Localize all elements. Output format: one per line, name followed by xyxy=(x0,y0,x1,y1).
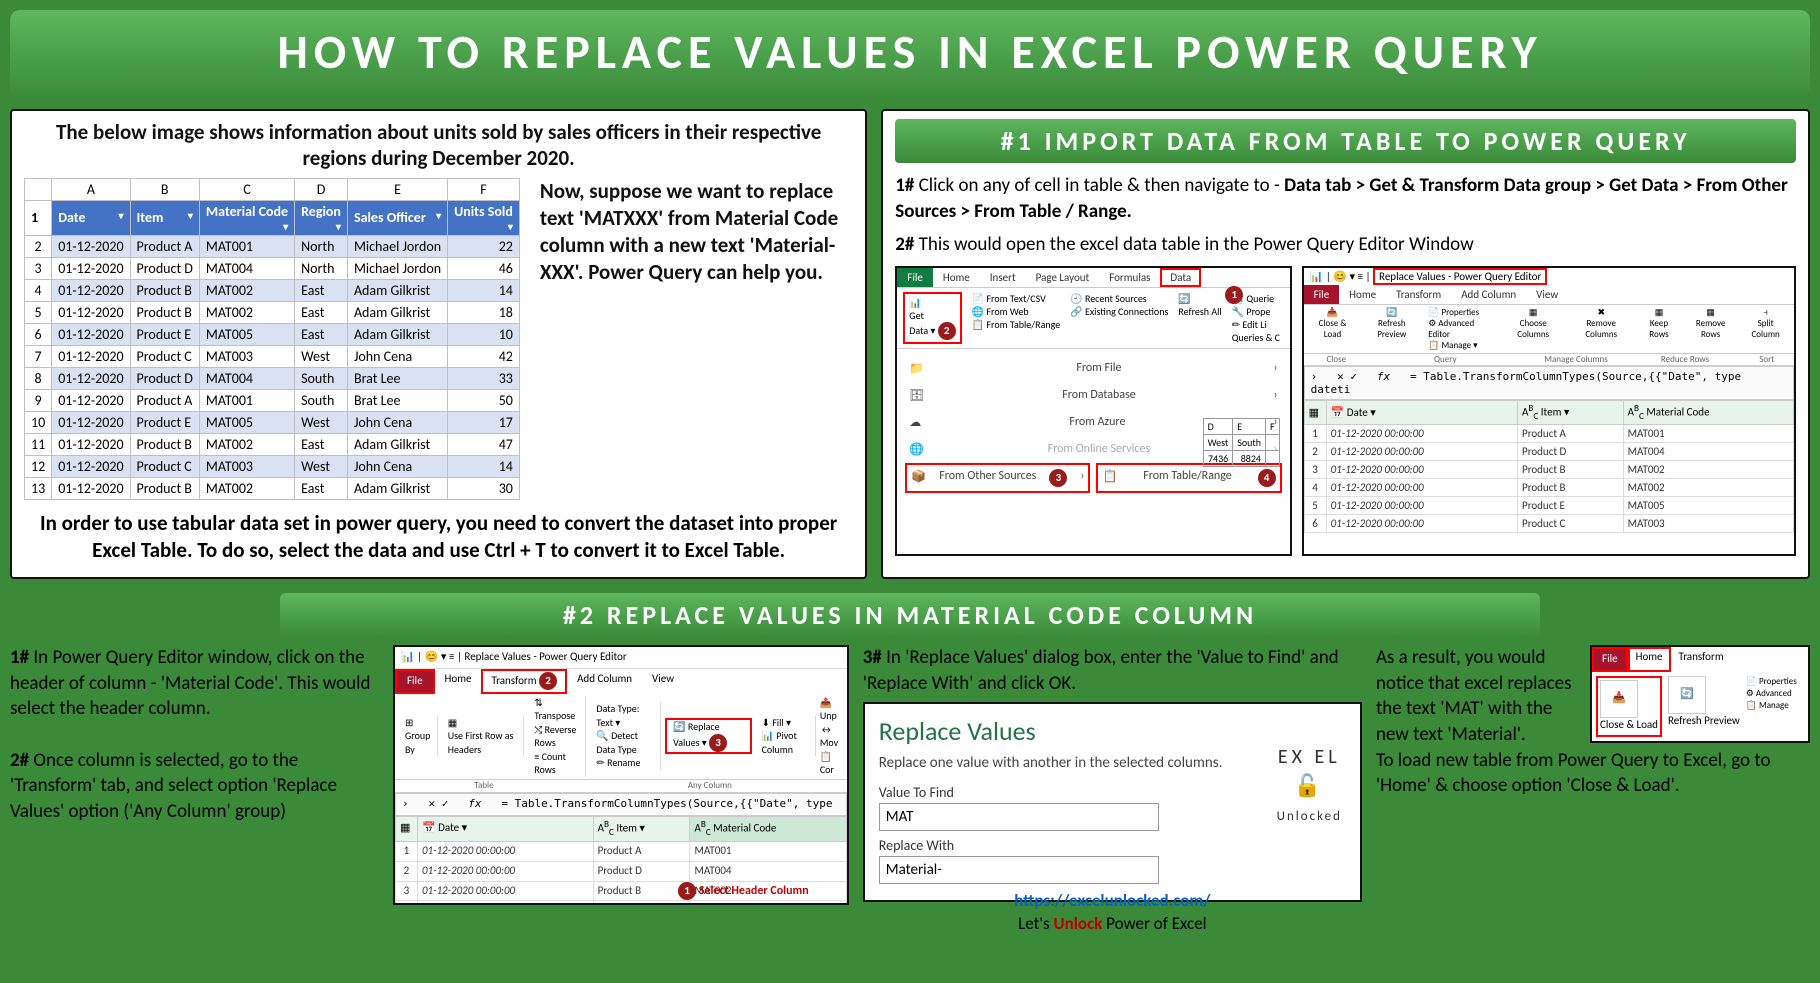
main-title: HOW TO REPLACE VALUES IN EXCEL POWER QUE… xyxy=(10,10,1810,99)
convert-table-note: In order to use tabular data set in powe… xyxy=(24,510,853,565)
pq-transform-screenshot: 📊 | 😊 ▾ ≡ | Replace Values - Power Query… xyxy=(393,645,849,905)
step-1-2: 2# This would open the excel data table … xyxy=(895,232,1796,258)
from-table-range[interactable]: 📋 From Table/Range 4 xyxy=(1096,463,1281,493)
get-data-button[interactable]: 📊GetData ▾ 2 xyxy=(903,292,961,344)
value-to-find-input[interactable]: MAT xyxy=(879,803,1159,831)
close-and-load-button[interactable]: 📥Close & Load xyxy=(1596,676,1662,737)
from-other-sources[interactable]: 📦 From Other Sources 3 › xyxy=(905,463,1090,493)
step-2-3: 3# In 'Replace Values' dialog box, enter… xyxy=(863,645,1362,696)
intro-panel: The below image shows information about … xyxy=(10,109,867,579)
tab-home[interactable]: Home xyxy=(1628,647,1671,672)
excel-ribbon-screenshot: File Home Insert Page Layout Formulas Da… xyxy=(895,266,1291,556)
replace-with-input[interactable]: Material- xyxy=(879,856,1159,884)
intro-text: The below image shows information about … xyxy=(24,119,853,172)
tab-file[interactable]: File xyxy=(897,268,933,287)
section-1-panel: #1 IMPORT DATA FROM TABLE TO POWER QUERY… xyxy=(881,109,1810,579)
tab-data[interactable]: Data xyxy=(1160,268,1201,287)
power-query-screenshot: 📊 | 😊 ▾ ≡ | Replace Values - Power Query… xyxy=(1302,266,1796,556)
tab-transform[interactable]: Transform 2 xyxy=(481,669,567,694)
excel-data-table: A B C D E F 1 Date▾ Item▾ Material Code▾… xyxy=(24,178,520,500)
close-load-screenshot: File Home Transform 📥Close & Load 🔄Refre… xyxy=(1590,645,1810,743)
section-2-heading: #2 REPLACE VALUES IN MATERIAL CODE COLUM… xyxy=(280,593,1540,637)
result-text: File Home Transform 📥Close & Load 🔄Refre… xyxy=(1376,645,1810,980)
replace-values-button[interactable]: 🔄 Replace Values ▾ 3 xyxy=(665,718,751,754)
section-1-heading: #1 IMPORT DATA FROM TABLE TO POWER QUERY xyxy=(895,119,1796,163)
replace-values-dialog: Replace Values Replace one value with an… xyxy=(863,702,1362,902)
side-note: Now, suppose we want to replace text 'MA… xyxy=(530,178,853,500)
step-1-1: 1# Click on any of cell in table & then … xyxy=(895,173,1796,224)
excel-unlocked-logo: EX EL 🔓 Unlocked xyxy=(1277,744,1342,828)
site-url[interactable]: https://excelunlocked.com/ xyxy=(879,890,1346,913)
section-2-steps: 1# In Power Query Editor window, click o… xyxy=(10,645,379,980)
